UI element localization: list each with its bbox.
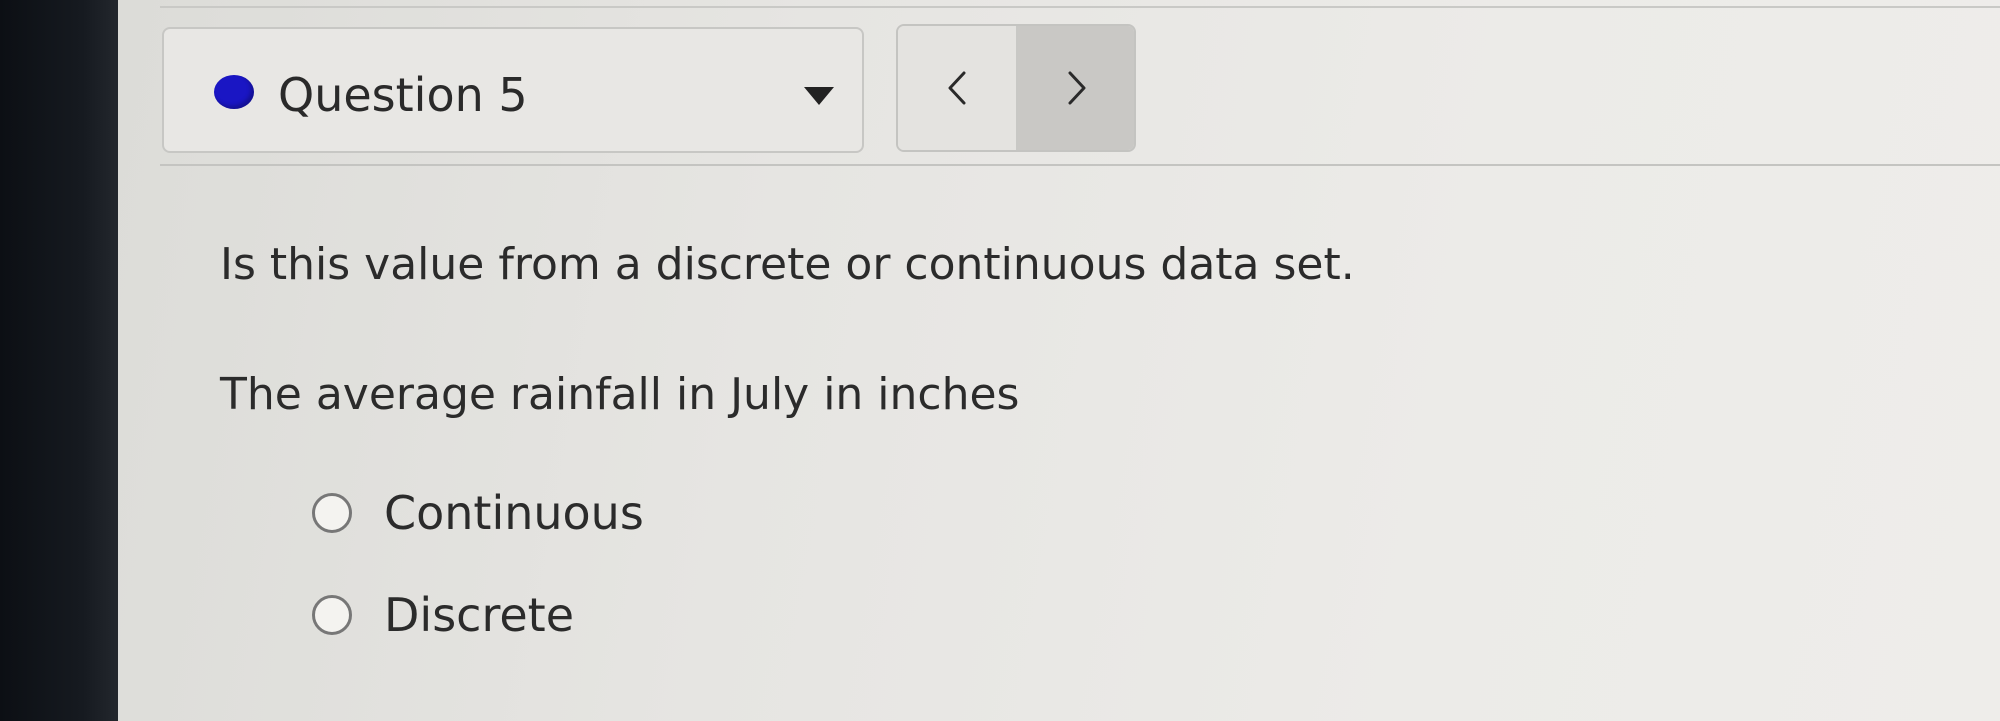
question-status-dot xyxy=(214,75,254,109)
option-label-continuous: Continuous xyxy=(384,486,644,540)
option-label-discrete: Discrete xyxy=(384,588,574,642)
header-divider xyxy=(160,164,2000,166)
radio-button-continuous[interactable] xyxy=(312,493,352,533)
screen-bezel xyxy=(0,0,118,721)
question-pager xyxy=(896,24,1136,152)
question-text: Is this value from a discrete or continu… xyxy=(220,239,1355,290)
next-question-button[interactable] xyxy=(1018,26,1134,150)
previous-question-button[interactable] xyxy=(898,26,1018,150)
question-select-dropdown[interactable]: Question 5 xyxy=(162,27,864,153)
chevron-left-icon xyxy=(948,71,966,105)
top-divider xyxy=(160,6,2000,8)
radio-button-discrete[interactable] xyxy=(312,595,352,635)
question-select-label: Question 5 xyxy=(278,68,528,122)
chevron-down-icon xyxy=(804,87,834,105)
question-prompt: The average rainfall in July in inches xyxy=(220,369,1020,420)
chevron-right-icon xyxy=(1068,71,1086,105)
